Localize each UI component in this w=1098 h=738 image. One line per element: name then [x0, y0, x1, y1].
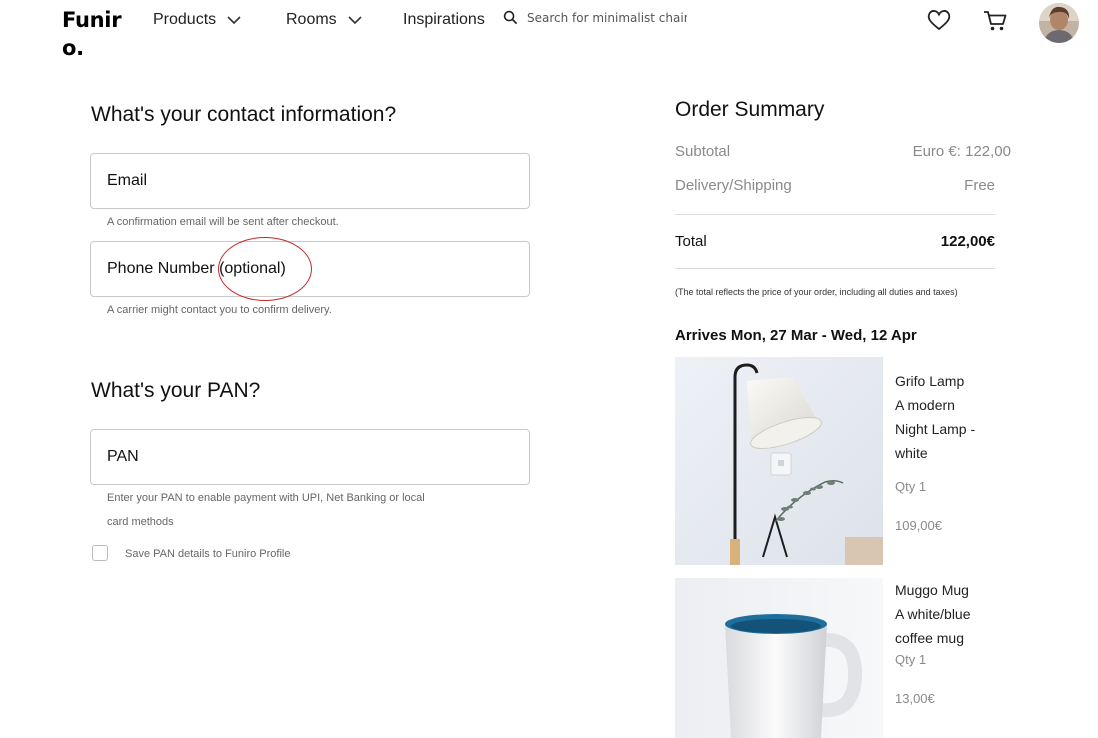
phone-hint: A carrier might contact you to confirm d…: [107, 304, 332, 316]
delivery-value: Free: [964, 177, 995, 194]
chevron-down-icon: [348, 16, 362, 25]
logo[interactable]: Funiro.: [62, 6, 122, 62]
product-name: Muggo Mug: [895, 582, 969, 598]
order-summary-title: Order Summary: [675, 98, 825, 121]
cart-icon: [984, 11, 1007, 31]
pan-hint-line1: Enter your PAN to enable payment with UP…: [107, 492, 425, 504]
wishlist-button[interactable]: [926, 8, 952, 37]
product-desc: A modern: [895, 397, 955, 413]
search-bar[interactable]: [503, 10, 687, 25]
email-hint: A confirmation email will be sent after …: [107, 216, 339, 228]
arrival-date: Arrives Mon, 27 Mar - Wed, 12 Apr: [675, 327, 917, 344]
save-pan-checkbox[interactable]: [92, 545, 108, 561]
subtotal-row: Subtotal Euro €: 122,00: [675, 143, 1011, 160]
chevron-down-icon: [227, 16, 241, 25]
product-image-lamp[interactable]: [675, 357, 883, 565]
product-desc: A white/blue: [895, 606, 971, 622]
pan-heading: What's your PAN?: [91, 379, 261, 402]
nav-products[interactable]: Products: [153, 9, 242, 31]
pan-hint: Enter your PAN to enable payment with UP…: [107, 486, 425, 534]
divider: [675, 214, 995, 215]
product-price: 13,00€: [895, 691, 935, 706]
search-input[interactable]: [527, 10, 687, 25]
product-qty: Qty 1: [895, 652, 927, 667]
nav-inspirations-label: Inspirations: [403, 11, 485, 28]
divider: [675, 268, 995, 269]
product-image-mug[interactable]: [675, 578, 883, 738]
nav-products-label: Products: [153, 11, 217, 28]
product-price: 109,00€: [895, 518, 942, 533]
pan-field[interactable]: [90, 429, 530, 485]
email-field[interactable]: [90, 153, 530, 209]
lamp-image: [675, 357, 883, 565]
product-qty: Qty 1: [895, 479, 927, 494]
mug-image: [675, 578, 883, 738]
delivery-label: Delivery/Shipping: [675, 177, 792, 194]
total-value: 122,00€: [940, 233, 995, 250]
heart-icon: [927, 10, 951, 31]
contact-heading: What's your contact information?: [91, 103, 397, 126]
nav-rooms[interactable]: Rooms: [286, 9, 363, 31]
search-icon: [503, 10, 518, 25]
product-desc: Night Lamp -: [895, 421, 976, 437]
nav-inspirations[interactable]: Inspirations: [403, 9, 485, 31]
product-desc: white: [895, 445, 928, 461]
pan-input[interactable]: [107, 430, 507, 484]
product-info-lamp: Grifo Lamp A modern Night Lamp - white: [895, 369, 995, 465]
subtotal-label: Subtotal: [675, 143, 731, 160]
product-name: Grifo Lamp: [895, 373, 965, 389]
total-label: Total: [675, 233, 707, 250]
delivery-row: Delivery/Shipping Free: [675, 177, 995, 194]
pan-hint-line2: card methods: [107, 516, 174, 528]
total-row: Total 122,00€: [675, 233, 995, 250]
avatar[interactable]: [1039, 3, 1079, 43]
product-desc: coffee mug: [895, 630, 965, 646]
product-info-mug: Muggo Mug A white/blue coffee mug: [895, 578, 995, 650]
highlight-circle: [218, 237, 312, 301]
subtotal-value: Euro €: 122,00: [912, 143, 1011, 160]
cart-button[interactable]: [982, 8, 1008, 37]
user-photo: [1039, 3, 1079, 43]
save-pan-label: Save PAN details to Funiro Profile: [125, 548, 291, 560]
tax-note: (The total reflects the price of your or…: [675, 287, 958, 297]
nav-rooms-label: Rooms: [286, 11, 337, 28]
email-input[interactable]: [107, 154, 507, 208]
